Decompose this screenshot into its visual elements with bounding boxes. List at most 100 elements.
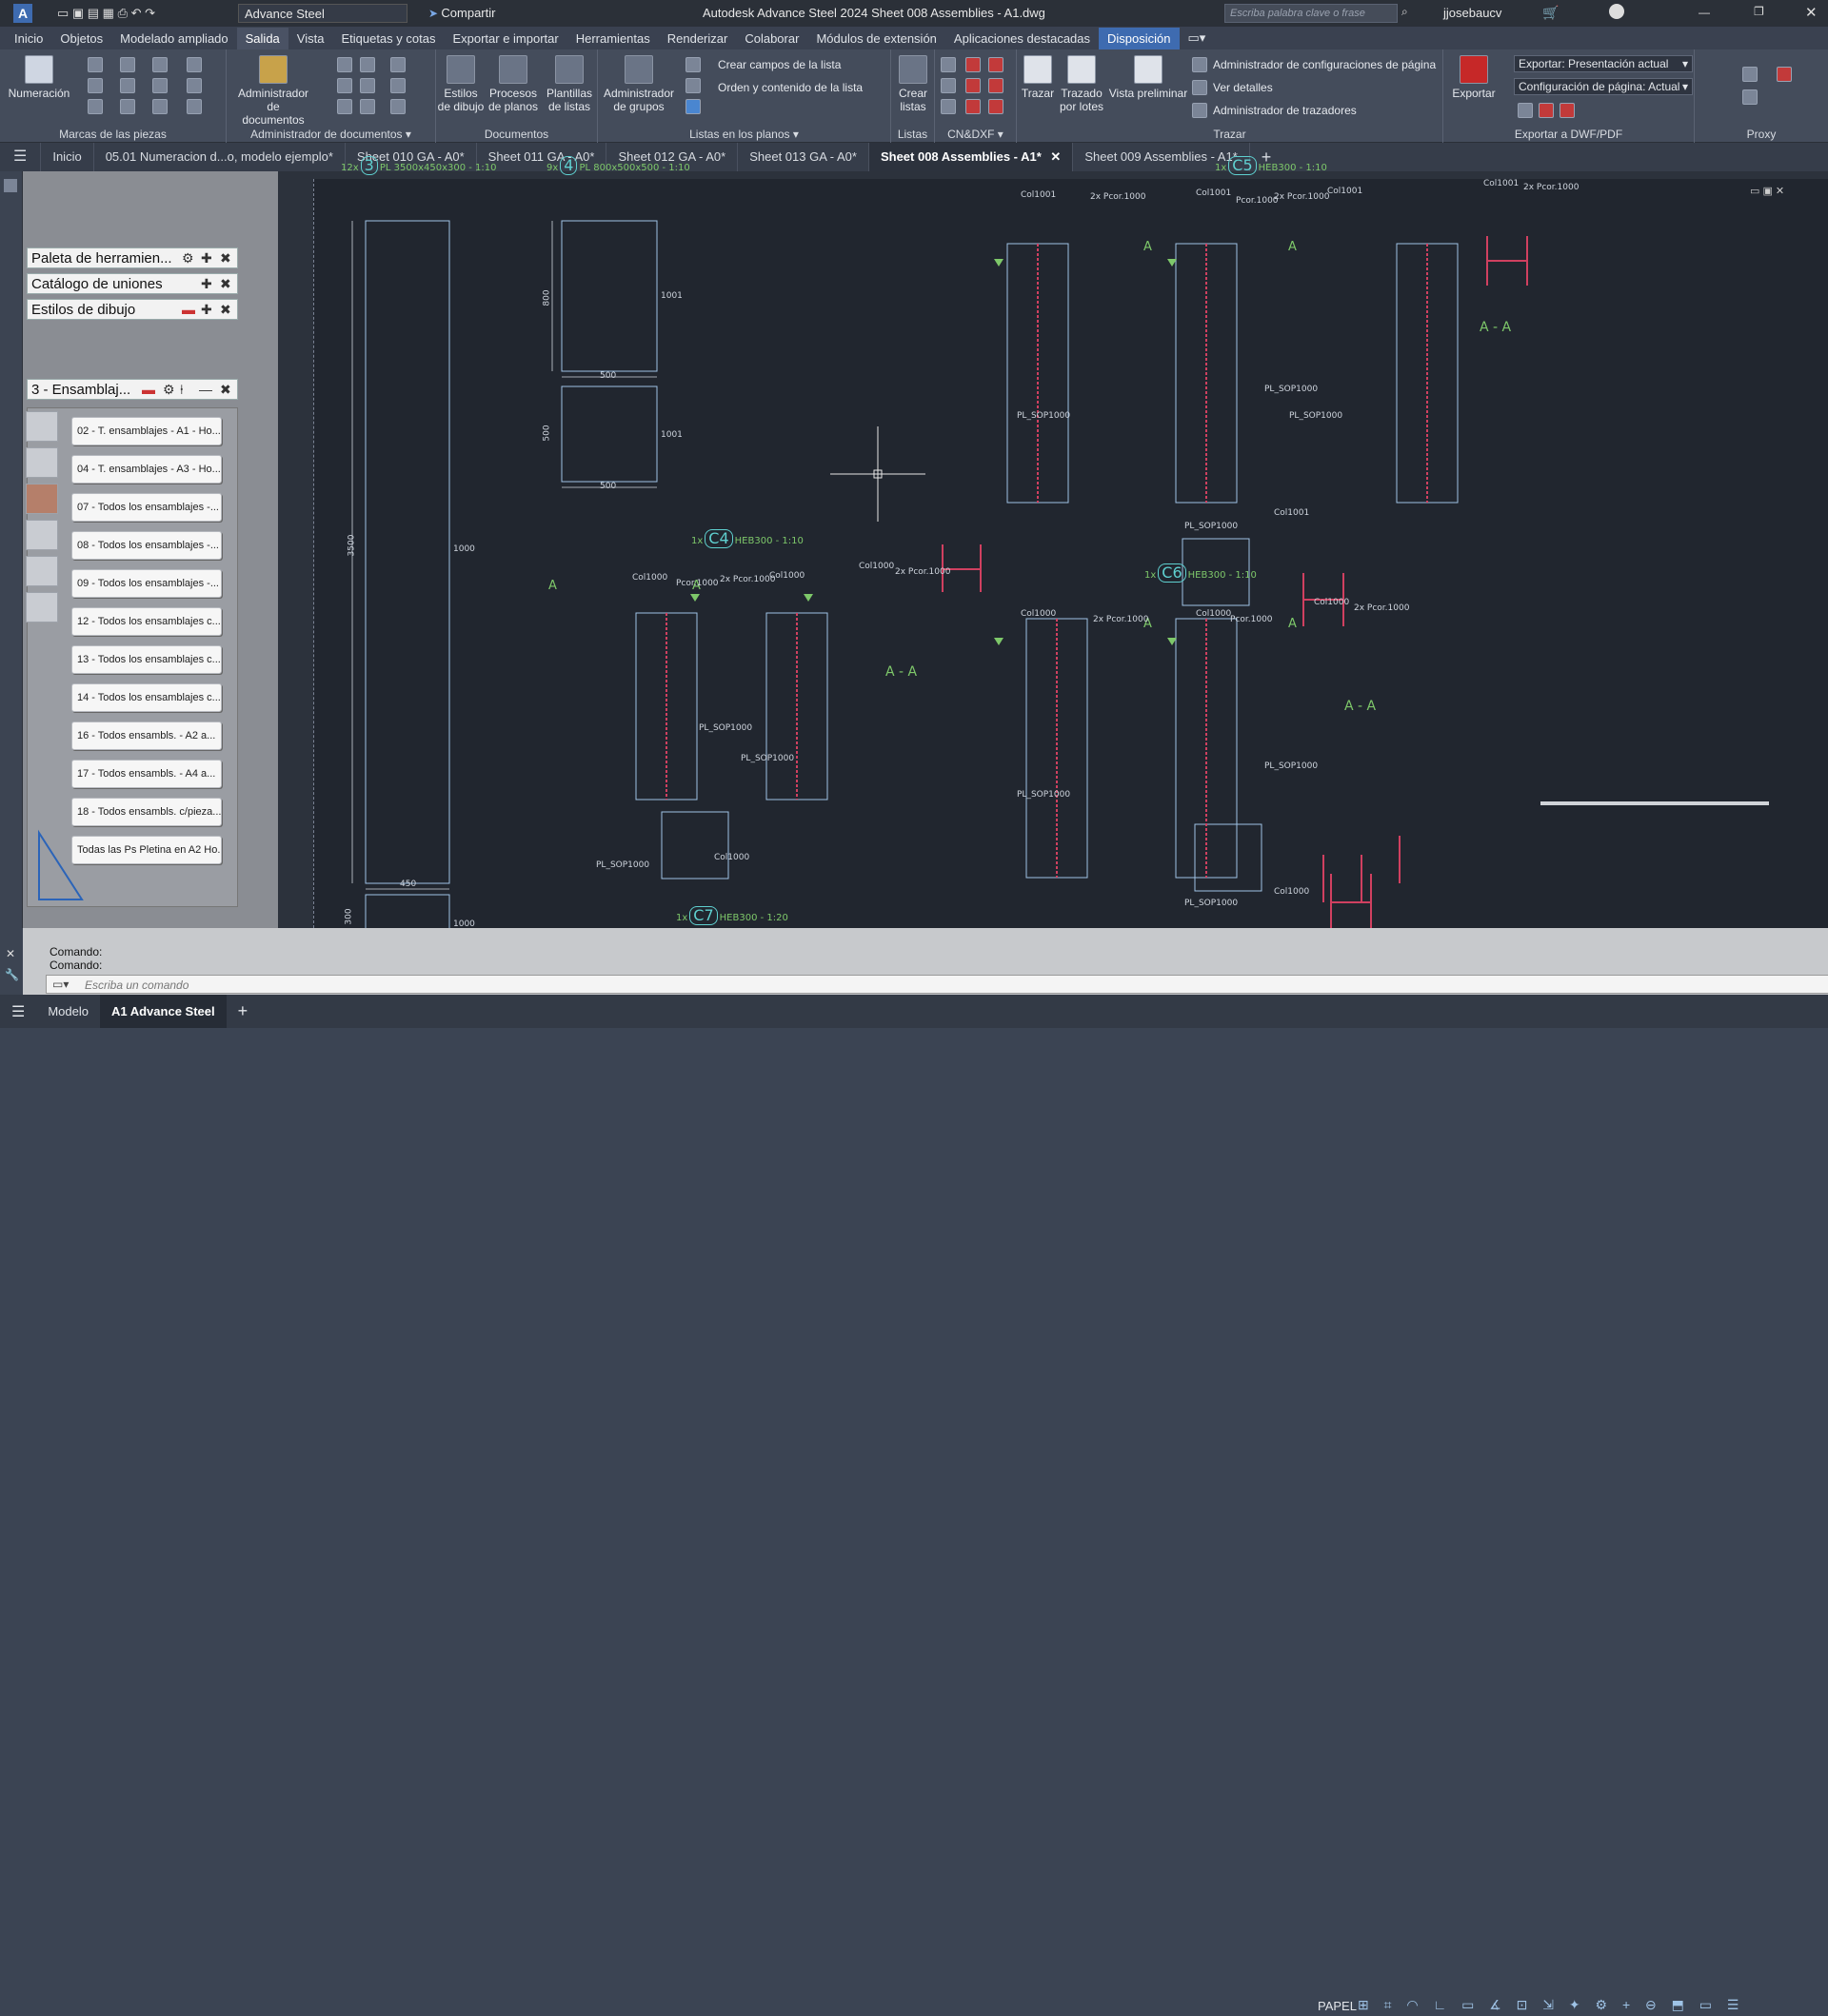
tab-disposicion[interactable]: Disposición — [1099, 27, 1180, 49]
tab-colaborar[interactable]: Colaborar — [736, 28, 807, 49]
export-icon-1[interactable] — [1518, 103, 1533, 118]
nc-icon-5[interactable] — [965, 78, 981, 93]
doc-icon-3[interactable] — [337, 99, 352, 114]
mark-icon-1[interactable] — [88, 57, 103, 72]
tool-item-16[interactable]: 16 - Todos ensambls. - A2 a... — [71, 721, 222, 750]
tool-item-08[interactable]: 08 - Todos los ensamblajes -... — [71, 531, 222, 560]
tab-inicio[interactable]: Inicio — [6, 28, 51, 49]
mark-icon-5[interactable] — [120, 78, 135, 93]
admin-docs-button[interactable]: Administrador de documentos — [236, 55, 310, 127]
nc-icon-8[interactable] — [988, 78, 1003, 93]
tab-layout-a1[interactable]: A1 Advance Steel — [99, 995, 227, 1028]
tool-tab-icon-6[interactable] — [26, 592, 58, 623]
ver-detalles-button[interactable]: Ver detalles — [1213, 81, 1273, 94]
doc-icon-4[interactable] — [360, 57, 375, 72]
orden-contenido-button[interactable]: Orden y contenido de la lista — [718, 81, 863, 94]
procesos-button[interactable]: Procesos de planos — [486, 55, 541, 113]
nc-icon-1[interactable] — [941, 57, 956, 72]
plus-icon[interactable]: ✚ — [201, 250, 212, 267]
palette-uniones[interactable]: Catálogo de uniones ✚ ✖ — [27, 273, 238, 294]
search-input[interactable]: Escriba palabra clave o frase — [1224, 4, 1398, 23]
tab-salida[interactable]: Salida — [236, 27, 288, 49]
tab-modulos[interactable]: Módulos de extensión — [807, 28, 944, 49]
nc-icon-2[interactable] — [941, 78, 956, 93]
tab-aplicaciones[interactable]: Aplicaciones destacadas — [945, 28, 1099, 49]
tool-tab-icon-2[interactable] — [26, 447, 58, 478]
command-menu-icon[interactable]: ▭▾ — [52, 978, 69, 991]
properties-icon[interactable] — [4, 179, 17, 192]
nc-icon-3[interactable] — [941, 99, 956, 114]
nc-icon-6[interactable] — [965, 99, 981, 114]
export-icon-3[interactable] — [1560, 103, 1575, 118]
tab-renderizar[interactable]: Renderizar — [659, 28, 737, 49]
estilos-dibujo-button[interactable]: Estilos de dibujo — [436, 55, 486, 113]
restore-icon[interactable]: ❐ — [1754, 5, 1764, 18]
admin-config-button[interactable]: Administrador de configuraciones de pági… — [1213, 58, 1436, 71]
proxy-icon-2[interactable] — [1777, 67, 1792, 82]
admin-grupos-button[interactable]: Administrador de grupos — [600, 55, 678, 113]
tool-item-09[interactable]: 09 - Todos los ensamblajes -... — [71, 569, 222, 598]
exportar-select[interactable]: Exportar: Presentación actual ▾ — [1514, 55, 1693, 72]
viewport-controls[interactable]: ▭ ▣ ✕ — [1750, 185, 1784, 197]
numeracion-button[interactable]: Numeración — [4, 55, 74, 100]
user-name[interactable]: jjosebaucv — [1443, 6, 1501, 20]
paper-space-button[interactable]: PAPEL — [1318, 1999, 1357, 2013]
doc-tab-sheet-008[interactable]: Sheet 008 Assemblies - A1* ✕ — [868, 143, 1074, 171]
tool-tab-icon-4[interactable] — [26, 520, 58, 550]
status-toggles[interactable]: ⊞ ⌗ ◠ ∟ ▭ ∡ ⊡ ⇲ ✦ ⚙ + ⊖ ⬒ ▭ ☰ — [1358, 1997, 1815, 2016]
exportar-button[interactable]: Exportar — [1449, 55, 1499, 100]
nc-icon-9[interactable] — [988, 99, 1003, 114]
palette-ensamblajes[interactable]: 3 - Ensamblaj... ▬ ⚙ ⍿ — ✖ — [27, 379, 238, 400]
tab-vista[interactable]: Vista — [288, 28, 333, 49]
doc-icon-6[interactable] — [360, 99, 375, 114]
list-icon-3[interactable] — [686, 99, 701, 114]
gear-icon[interactable]: ⚙ — [163, 382, 175, 398]
mark-icon-9[interactable] — [152, 99, 168, 114]
tool-item-02[interactable]: 02 - T. ensamblajes - A1 - Ho... — [71, 417, 222, 445]
crear-campos-button[interactable]: Crear campos de la lista — [718, 58, 841, 71]
workspace-selector[interactable]: Advance Steel — [238, 4, 407, 23]
mark-icon-2[interactable] — [88, 78, 103, 93]
doc-icon-5[interactable] — [360, 78, 375, 93]
proxy-icon-3[interactable] — [1742, 89, 1758, 105]
list-icon-1[interactable] — [686, 57, 701, 72]
cart-icon[interactable]: 🛒 — [1542, 5, 1559, 21]
mark-icon-3[interactable] — [88, 99, 103, 114]
tool-item-12[interactable]: 12 - Todos los ensamblajes c... — [71, 607, 222, 636]
doc-icon-1[interactable] — [337, 57, 352, 72]
tab-objetos[interactable]: Objetos — [51, 28, 111, 49]
list-icon-2[interactable] — [686, 78, 701, 93]
plus-icon[interactable]: ✚ — [201, 276, 212, 292]
mark-icon-7[interactable] — [152, 57, 168, 72]
tool-item-14[interactable]: 14 - Todos los ensamblajes c... — [71, 683, 222, 712]
hamburger-icon[interactable]: ☰ — [0, 1002, 36, 1021]
share-button[interactable]: ➤ Compartir — [428, 6, 495, 20]
nc-icon-7[interactable] — [988, 57, 1003, 72]
nc-icon-4[interactable] — [965, 57, 981, 72]
app-logo-icon[interactable]: A — [13, 4, 32, 23]
mark-icon-10[interactable] — [187, 57, 202, 72]
tool-item-18[interactable]: 18 - Todos ensambls. c/pieza... — [71, 798, 222, 826]
ribbon-options-icon[interactable]: ▭▾ — [1180, 27, 1215, 49]
doc-icon-8[interactable] — [390, 78, 406, 93]
mark-icon-8[interactable] — [152, 78, 168, 93]
add-layout-icon[interactable]: + — [227, 1001, 260, 1021]
layout-sheet[interactable]: 12x 3 PL 3500x450x300 - 1:10 9x 4 PL 800x500… — [313, 156, 1828, 929]
close-icon[interactable]: ✖ — [220, 382, 231, 398]
close-icon[interactable]: ✖ — [220, 250, 231, 267]
tool-item-pletina[interactable]: Todas las Ps Pletina en A2 Ho... — [71, 836, 222, 864]
gear-icon[interactable]: ⚙ — [182, 250, 194, 267]
mark-icon-6[interactable] — [120, 99, 135, 114]
palette-estilos[interactable]: Estilos de dibujo ▬ ✚ ✖ — [27, 299, 238, 320]
tool-item-17[interactable]: 17 - Todos ensambls. - A4 a... — [71, 760, 222, 788]
plus-icon[interactable]: ✚ — [201, 302, 212, 318]
palette-herramientas[interactable]: Paleta de herramien... ⚙ ✚ ✖ — [27, 247, 238, 268]
tab-herramientas[interactable]: Herramientas — [567, 28, 659, 49]
minimize-icon[interactable]: — — [1699, 6, 1710, 19]
command-input[interactable]: ▭▾ Escriba un comando — [46, 975, 1828, 994]
tool-item-04[interactable]: 04 - T. ensamblajes - A3 - Ho... — [71, 455, 222, 484]
doc-tab-sheet-013[interactable]: Sheet 013 GA - A0* — [738, 143, 869, 171]
doc-icon-9[interactable] — [390, 99, 406, 114]
doc-tab-inicio[interactable]: Inicio — [41, 143, 94, 171]
tool-item-07[interactable]: 07 - Todos los ensamblajes -... — [71, 493, 222, 522]
